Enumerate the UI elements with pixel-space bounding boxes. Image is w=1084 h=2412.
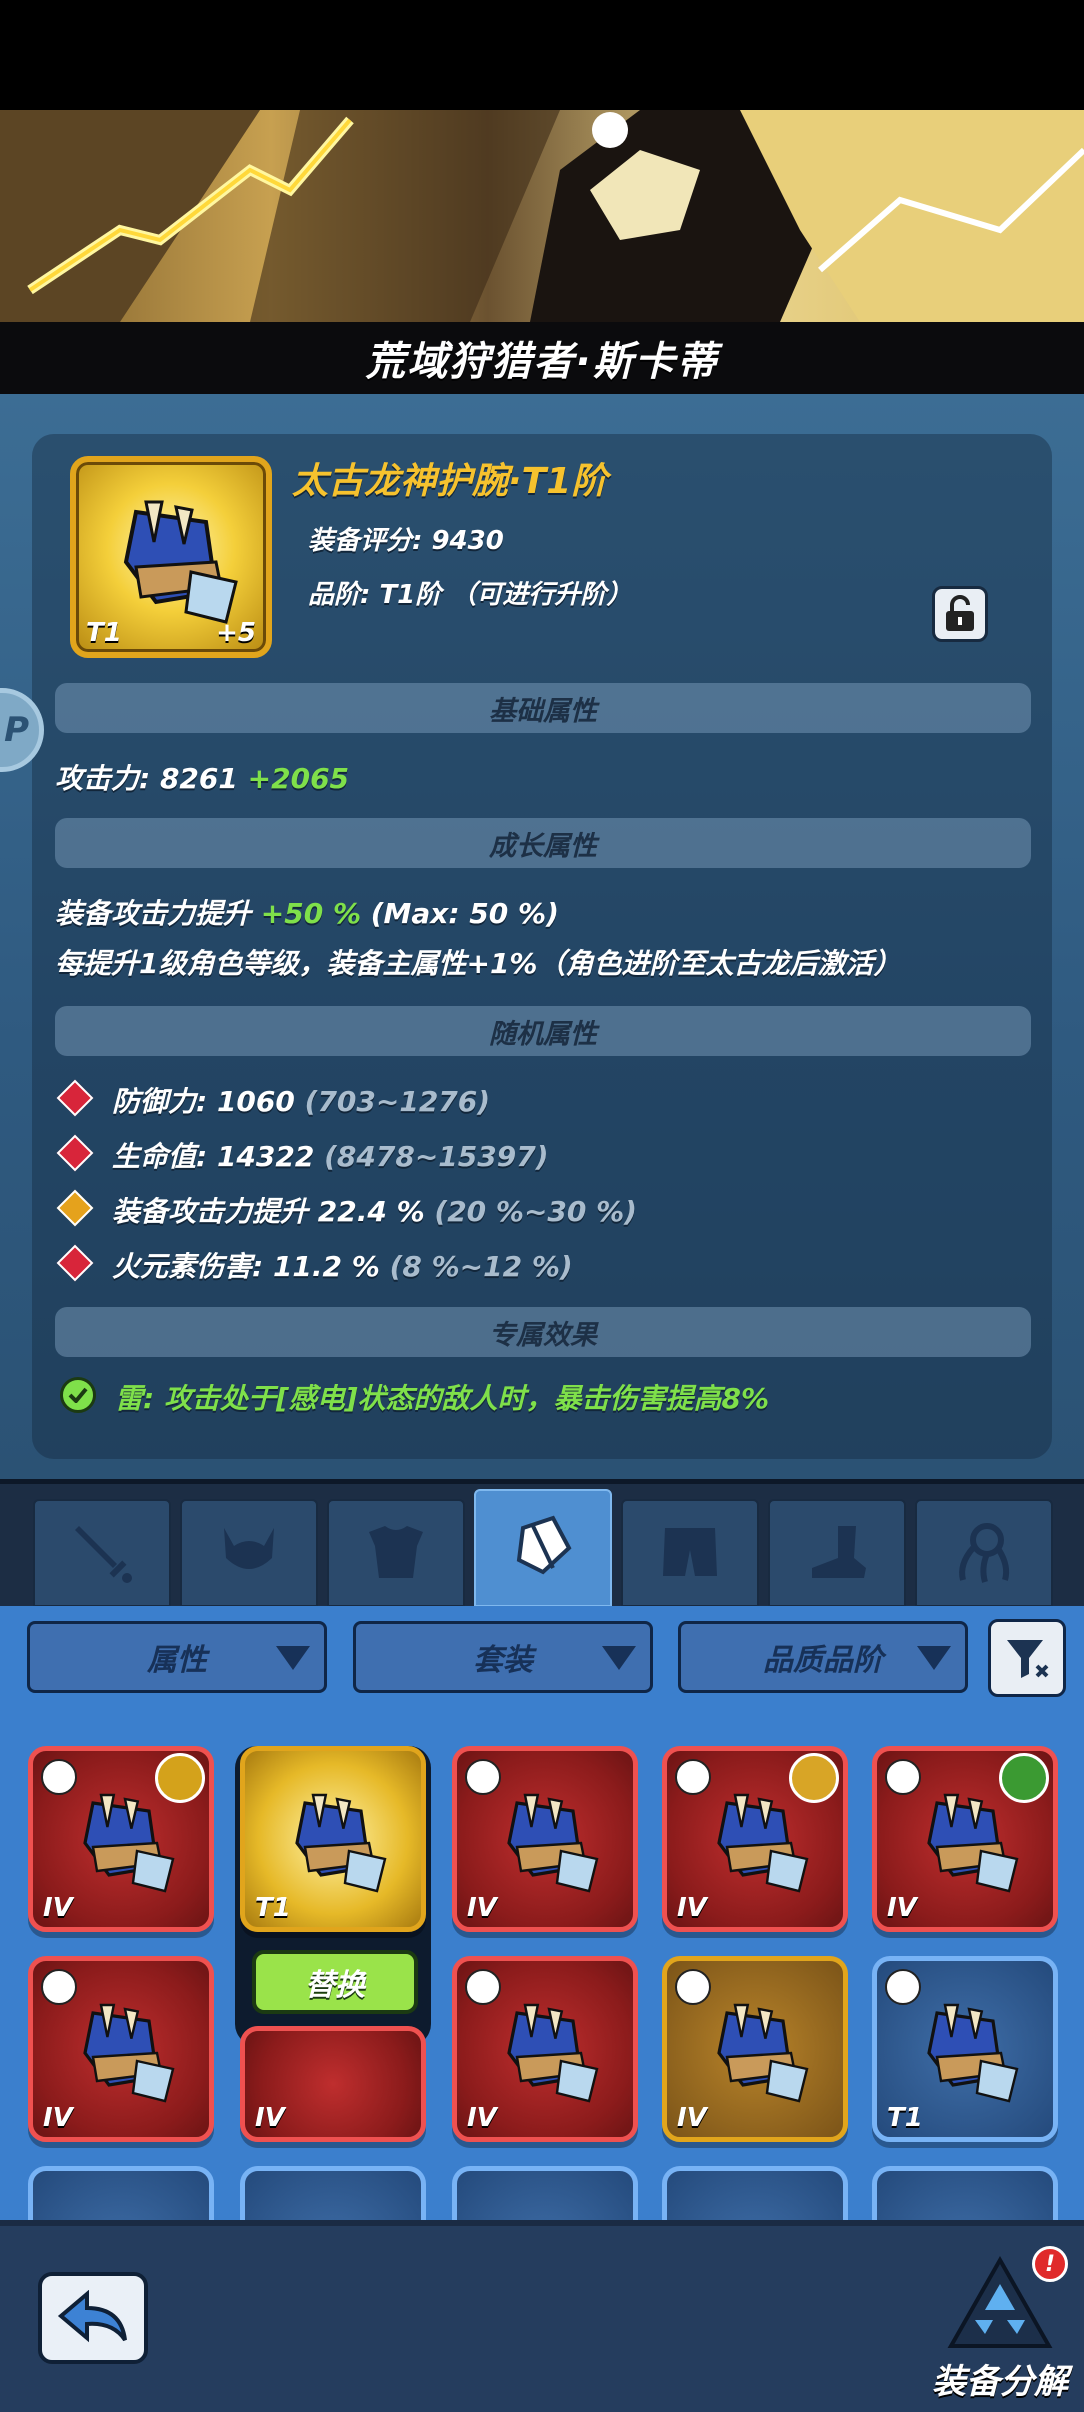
bracer-icon xyxy=(516,1515,572,1575)
filter-quality-label: 品质品阶 xyxy=(763,1643,883,1678)
inventory-slot-selected[interactable]: T1 xyxy=(240,1746,426,1932)
growth-attr-max: (Max: 50 %) xyxy=(370,897,559,930)
filter-set-dropdown[interactable]: 套装 xyxy=(353,1621,653,1693)
inventory-slot[interactable]: IV xyxy=(28,1956,214,2142)
inventory-slot[interactable] xyxy=(452,2166,638,2220)
equipment-tier: T1 xyxy=(86,618,122,648)
bracer-icon xyxy=(717,2003,809,2103)
section-random-attributes: 随机属性 xyxy=(55,1006,1031,1056)
slot-tier: T1 xyxy=(255,1893,291,1923)
pants-icon xyxy=(663,1528,717,1576)
random-attr-0: 防御力: 1060 xyxy=(112,1085,295,1118)
filter-quality-dropdown[interactable]: 品质品阶 xyxy=(678,1621,968,1693)
inventory-slot[interactable]: IV xyxy=(240,2026,426,2142)
inventory-slot[interactable]: IV xyxy=(662,1956,848,2142)
random-attr-3-range: (8 %~12 %) xyxy=(389,1250,573,1283)
inventory-slot[interactable]: IV xyxy=(28,1746,214,1932)
accessory-icon xyxy=(959,1523,1010,1583)
bracer-icon xyxy=(927,1793,1019,1893)
tab-armor[interactable] xyxy=(327,1499,465,1607)
armor-icon xyxy=(369,1526,423,1578)
dismantle-button[interactable]: ! 装备分解 xyxy=(920,2246,1080,2412)
helmet-icon xyxy=(224,1528,274,1569)
slot-tier: IV xyxy=(677,2103,707,2133)
funnel-icon xyxy=(1007,1640,1049,1678)
alert-badge: ! xyxy=(1032,2246,1068,2282)
random-attr-0-range: (703~1276) xyxy=(304,1085,491,1118)
equipment-plus-level: +5 xyxy=(216,618,256,648)
bracer-icon xyxy=(123,500,238,624)
tab-boots[interactable] xyxy=(768,1499,906,1607)
slot-tier: IV xyxy=(467,1893,497,1923)
inventory-slot[interactable]: T1 xyxy=(872,1956,1058,2142)
filter-attribute-label: 属性 xyxy=(147,1643,207,1678)
random-attr-1: 生命值: 14322 xyxy=(112,1140,315,1173)
bottom-bar: ! 装备分解 xyxy=(0,2220,1084,2412)
chevron-down-icon xyxy=(917,1646,951,1670)
slot-tier: IV xyxy=(43,1893,73,1923)
filter-button[interactable] xyxy=(988,1619,1066,1697)
inventory-slot[interactable] xyxy=(662,2166,848,2220)
bracer-icon xyxy=(717,1793,809,1893)
chevron-down-icon xyxy=(276,1646,310,1670)
equipment-score: 装备评分: 9430 xyxy=(308,526,504,556)
chevron-down-icon xyxy=(602,1646,636,1670)
back-arrow-icon xyxy=(57,2290,127,2343)
back-button[interactable] xyxy=(38,2272,148,2364)
section-base-attributes: 基础属性 xyxy=(55,683,1031,733)
section-growth-attributes: 成长属性 xyxy=(55,818,1031,868)
inventory-slot[interactable] xyxy=(240,2166,426,2220)
growth-attr-description: 每提升1级角色等级，装备主属性+1%（角色进阶至太古龙后激活） xyxy=(55,947,902,980)
tab-bracer[interactable] xyxy=(474,1489,612,1607)
hero-title: 荒域狩猎者·斯卡蒂 xyxy=(0,322,1084,394)
slot-tier: IV xyxy=(43,2103,73,2133)
inventory-slot[interactable]: IV xyxy=(452,1956,638,2142)
slot-tier: IV xyxy=(887,1893,917,1923)
check-circle-icon xyxy=(60,1377,96,1413)
inventory-slot[interactable] xyxy=(872,2166,1058,2220)
equipment-icon: T1 +5 xyxy=(70,456,272,658)
equipment-category-tabs xyxy=(0,1479,1084,1607)
tab-weapon[interactable] xyxy=(33,1499,171,1607)
bracer-icon xyxy=(83,2003,175,2103)
sword-icon xyxy=(75,1526,132,1583)
slot-tier: IV xyxy=(677,1893,707,1923)
exclusive-effect-text: 雷: 攻击处于[感电]状态的敌人时，暴击伤害提高8% xyxy=(115,1382,770,1415)
filter-set-label: 套装 xyxy=(473,1643,533,1678)
bracer-icon xyxy=(295,1793,387,1893)
random-attr-1-range: (8478~15397) xyxy=(324,1140,549,1173)
hero-banner-art xyxy=(0,110,1084,322)
random-attr-2: 装备攻击力提升 22.4 % xyxy=(112,1195,425,1228)
tab-accessory[interactable] xyxy=(915,1499,1053,1607)
dismantle-label: 装备分解 xyxy=(932,2362,1068,2402)
inventory-slot[interactable]: IV xyxy=(452,1746,638,1932)
slot-tier: IV xyxy=(255,2103,285,2133)
random-attr-3: 火元素伤害: 11.2 % xyxy=(112,1250,380,1283)
equipment-grade: 品阶: T1阶 （可进行升阶） xyxy=(308,580,633,610)
random-attr-2-range: (20 %~30 %) xyxy=(434,1195,637,1228)
filter-attribute-dropdown[interactable]: 属性 xyxy=(27,1621,327,1693)
slot-tier: T1 xyxy=(887,2103,923,2133)
lock-button[interactable] xyxy=(932,586,988,642)
bracer-icon xyxy=(507,1793,599,1893)
inventory-panel: 属性 套装 品质品阶 IV T1 替换 IV IV IV IV IV IV IV… xyxy=(0,1606,1084,2220)
growth-attr-value: +50 % xyxy=(260,897,361,930)
inventory-slot[interactable] xyxy=(28,2166,214,2220)
tab-pants[interactable] xyxy=(621,1499,759,1607)
unlock-icon xyxy=(946,595,974,631)
inventory-slot[interactable]: IV xyxy=(662,1746,848,1932)
attack-stat: 攻击力: 8261 xyxy=(55,762,238,795)
boots-icon xyxy=(812,1526,866,1578)
tab-helmet[interactable] xyxy=(180,1499,318,1607)
slot-tier: IV xyxy=(467,2103,497,2133)
bracer-icon xyxy=(927,2003,1019,2103)
bracer-icon xyxy=(507,2003,599,2103)
equipment-name: 太古龙神护腕·T1阶 xyxy=(292,461,608,502)
bracer-icon xyxy=(83,1793,175,1893)
section-exclusive-effect: 专属效果 xyxy=(55,1307,1031,1357)
replace-button[interactable]: 替换 xyxy=(252,1950,418,2014)
inventory-slot[interactable]: IV xyxy=(872,1746,1058,1932)
attack-bonus: +2065 xyxy=(247,762,350,795)
growth-attr-label: 装备攻击力提升 xyxy=(55,897,252,930)
